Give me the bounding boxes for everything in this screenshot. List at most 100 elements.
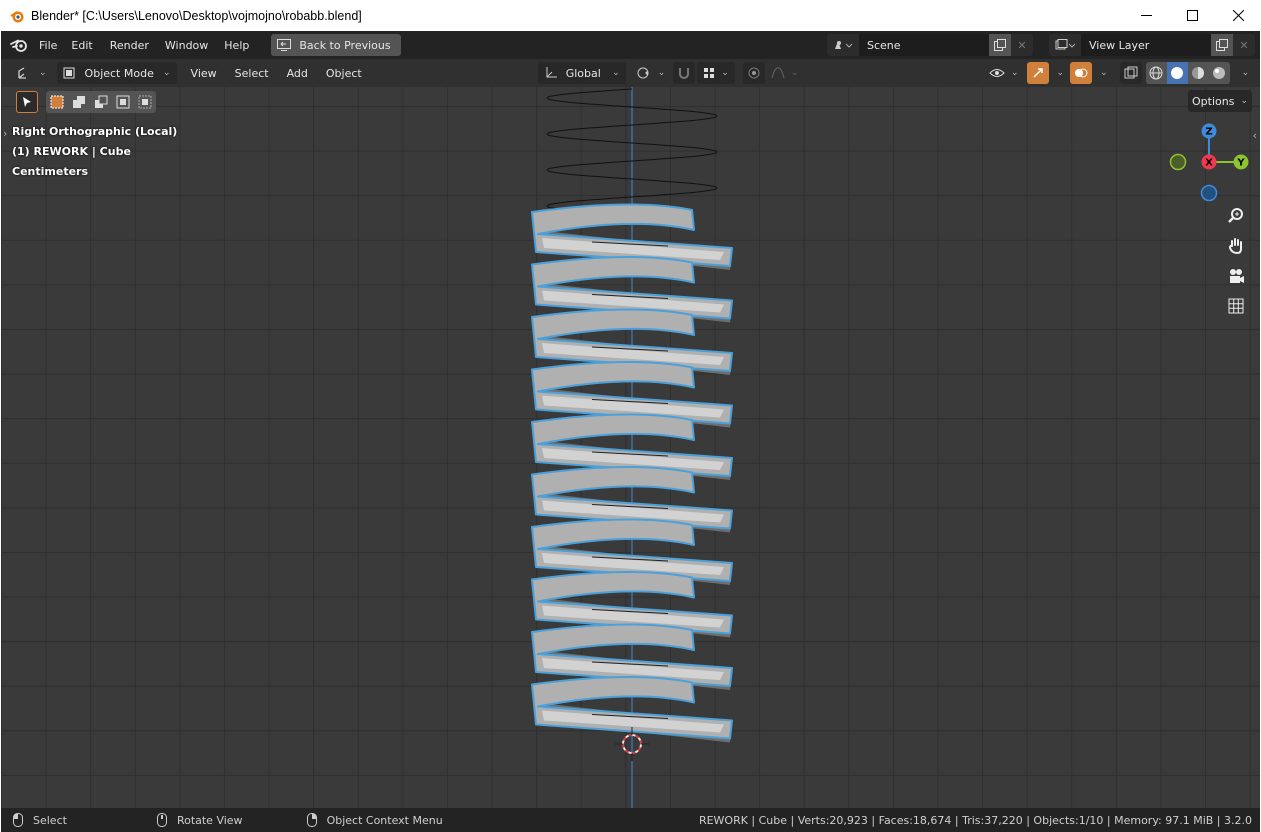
overlays-dropdown[interactable]: ⌄ [1092, 62, 1110, 84]
scene-browse-button[interactable] [827, 34, 859, 56]
chevron-down-icon: ⌄ [163, 68, 171, 78]
overlays-toggle[interactable] [1070, 62, 1093, 84]
close-button[interactable] [1215, 0, 1261, 31]
overlays-icon [1075, 68, 1088, 78]
viewport-header: ⌄ Object Mode ⌄ View Select Add Object G… [1, 59, 1260, 87]
orientation-label: Global [565, 66, 601, 80]
topbar: File Edit Render Window Help Back to Pre… [1, 31, 1260, 59]
scene-name-field[interactable]: Scene [859, 34, 989, 56]
snap-toggle[interactable] [673, 62, 696, 84]
gizmo-icon [1033, 68, 1043, 78]
shading-dropdown[interactable]: ⌄ [1234, 62, 1252, 84]
maximize-button[interactable] [1169, 0, 1215, 31]
visibility-dropdown[interactable]: ⌄ [985, 62, 1023, 84]
blender-logo-menu[interactable] [5, 31, 33, 59]
view-layer-browse-button[interactable] [1049, 34, 1081, 56]
editor-type-dropdown[interactable]: ⌄ [11, 62, 53, 84]
mouse-left-icon [13, 813, 23, 827]
chevron-down-icon: ⌄ [1100, 68, 1108, 78]
pivot-point-dropdown[interactable]: ⌄ [630, 62, 672, 84]
mouse-middle-icon [156, 813, 167, 827]
menu-file[interactable]: File [39, 39, 71, 52]
proportional-falloff-dropdown[interactable]: ⌄ [765, 62, 805, 84]
menu-edit[interactable]: Edit [71, 39, 109, 52]
status-left-mouse: Select [13, 813, 67, 827]
delete-scene-button[interactable]: ✕ [1011, 34, 1033, 56]
mouse-right-icon [306, 813, 317, 827]
duplicate-icon [994, 39, 1006, 51]
chevron-down-icon: ⌄ [1056, 68, 1065, 78]
3d-viewport-icon [18, 67, 26, 79]
xray-toggle[interactable] [1119, 62, 1142, 84]
pivot-icon [637, 67, 649, 79]
blender-logo-icon [10, 39, 27, 52]
close-icon: ✕ [1239, 38, 1249, 52]
eye-icon [989, 69, 1005, 77]
wireframe-shading-button[interactable] [1146, 62, 1167, 84]
viewport-right-tools: ⌄ ⌄ ⌄ ⌄ [985, 62, 1251, 84]
chevron-down-icon: ⌄ [612, 68, 620, 78]
chevron-down-icon: ⌄ [721, 68, 729, 78]
blender-app-icon [10, 10, 24, 22]
back-to-previous-button[interactable]: Back to Previous [271, 34, 401, 56]
new-scene-button[interactable] [989, 34, 1011, 56]
view-layer-name-field[interactable]: View Layer [1081, 34, 1211, 56]
menu-view[interactable]: View [183, 67, 225, 80]
chevron-down-icon: ⌄ [39, 68, 47, 78]
status-select-label: Select [33, 813, 67, 827]
magnet-icon [679, 68, 690, 79]
object-mode-icon [63, 67, 75, 79]
status-middle-mouse: Rotate View [156, 813, 243, 827]
gizmo-toggle[interactable] [1026, 62, 1049, 84]
mode-dropdown[interactable]: Object Mode ⌄ [56, 62, 177, 84]
scene-statistics: REWORK | Cube | Verts:20,923 | Faces:18,… [698, 813, 1252, 827]
proportional-editing-toggle[interactable] [742, 62, 765, 84]
shading-buttons [1145, 62, 1230, 84]
minimize-button[interactable] [1123, 0, 1169, 31]
mode-label: Object Mode [84, 66, 154, 80]
snap-target-dropdown[interactable]: ⌄ [697, 62, 735, 84]
view-layer-icon [1055, 39, 1075, 50]
new-view-layer-button[interactable] [1211, 34, 1233, 56]
proportional-editing-icon [748, 67, 760, 79]
chevron-down-icon: ⌄ [790, 68, 799, 78]
menu-select[interactable]: Select [227, 67, 277, 80]
falloff-curve-icon [771, 67, 785, 79]
window-titlebar: Blender* [C:\Users\Lenovo\Desktop\vojmoj… [0, 0, 1261, 31]
menu-render[interactable]: Render [110, 39, 165, 52]
menu-object[interactable]: Object [318, 67, 370, 80]
status-context-menu-label: Object Context Menu [326, 813, 443, 827]
solid-shading-button[interactable] [1166, 62, 1188, 84]
chevron-down-icon: ⌄ [1011, 68, 1019, 78]
status-right-mouse: Object Context Menu [306, 813, 443, 827]
chevron-down-icon: ⌄ [657, 68, 666, 78]
rendered-sphere-icon [1213, 67, 1226, 79]
status-rotate-label: Rotate View [176, 813, 243, 827]
menu-help[interactable]: Help [224, 39, 259, 52]
transform-orientation-dropdown[interactable]: Global ⌄ [537, 62, 626, 84]
3d-viewport[interactable]: Options ⌄ › ‹ Right Orthographic (Local)… [1, 87, 1260, 808]
xray-icon [1124, 66, 1138, 79]
screen-back-icon [277, 39, 292, 51]
status-bar: Select Rotate View Object Context Menu R… [1, 808, 1260, 832]
chevron-down-icon: ⌄ [1241, 68, 1250, 78]
snap-grid-icon [704, 68, 715, 78]
minimize-icon [1140, 15, 1152, 16]
scene-icon [835, 41, 853, 49]
material-shading-button[interactable] [1188, 62, 1209, 84]
duplicate-icon [1216, 39, 1228, 51]
spring-object[interactable] [1, 87, 1260, 808]
close-icon: ✕ [1017, 38, 1027, 52]
wireframe-sphere-icon [1149, 66, 1163, 80]
rendered-shading-button[interactable] [1209, 62, 1230, 84]
close-icon [1232, 10, 1244, 21]
gizmo-dropdown[interactable]: ⌄ [1049, 62, 1067, 84]
window-title: Blender* [C:\Users\Lenovo\Desktop\vojmoj… [31, 8, 362, 23]
material-sphere-icon [1192, 67, 1205, 79]
menu-add[interactable]: Add [279, 67, 316, 80]
back-to-previous-label: Back to Previous [299, 38, 391, 52]
menu-window[interactable]: Window [165, 39, 224, 52]
solid-sphere-icon [1171, 67, 1184, 79]
maximize-icon [1186, 10, 1198, 21]
delete-view-layer-button[interactable]: ✕ [1233, 34, 1255, 56]
